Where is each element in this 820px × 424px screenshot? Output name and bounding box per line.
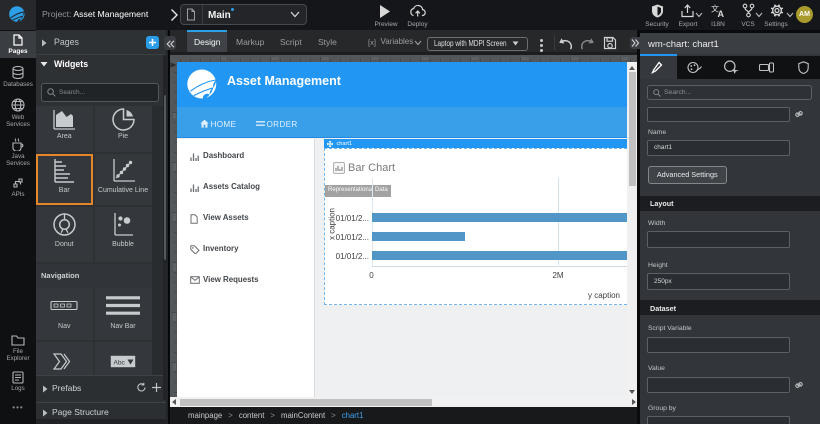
svg-text:Abc: Abc	[114, 359, 126, 366]
svg-text:A: A	[718, 9, 725, 18]
